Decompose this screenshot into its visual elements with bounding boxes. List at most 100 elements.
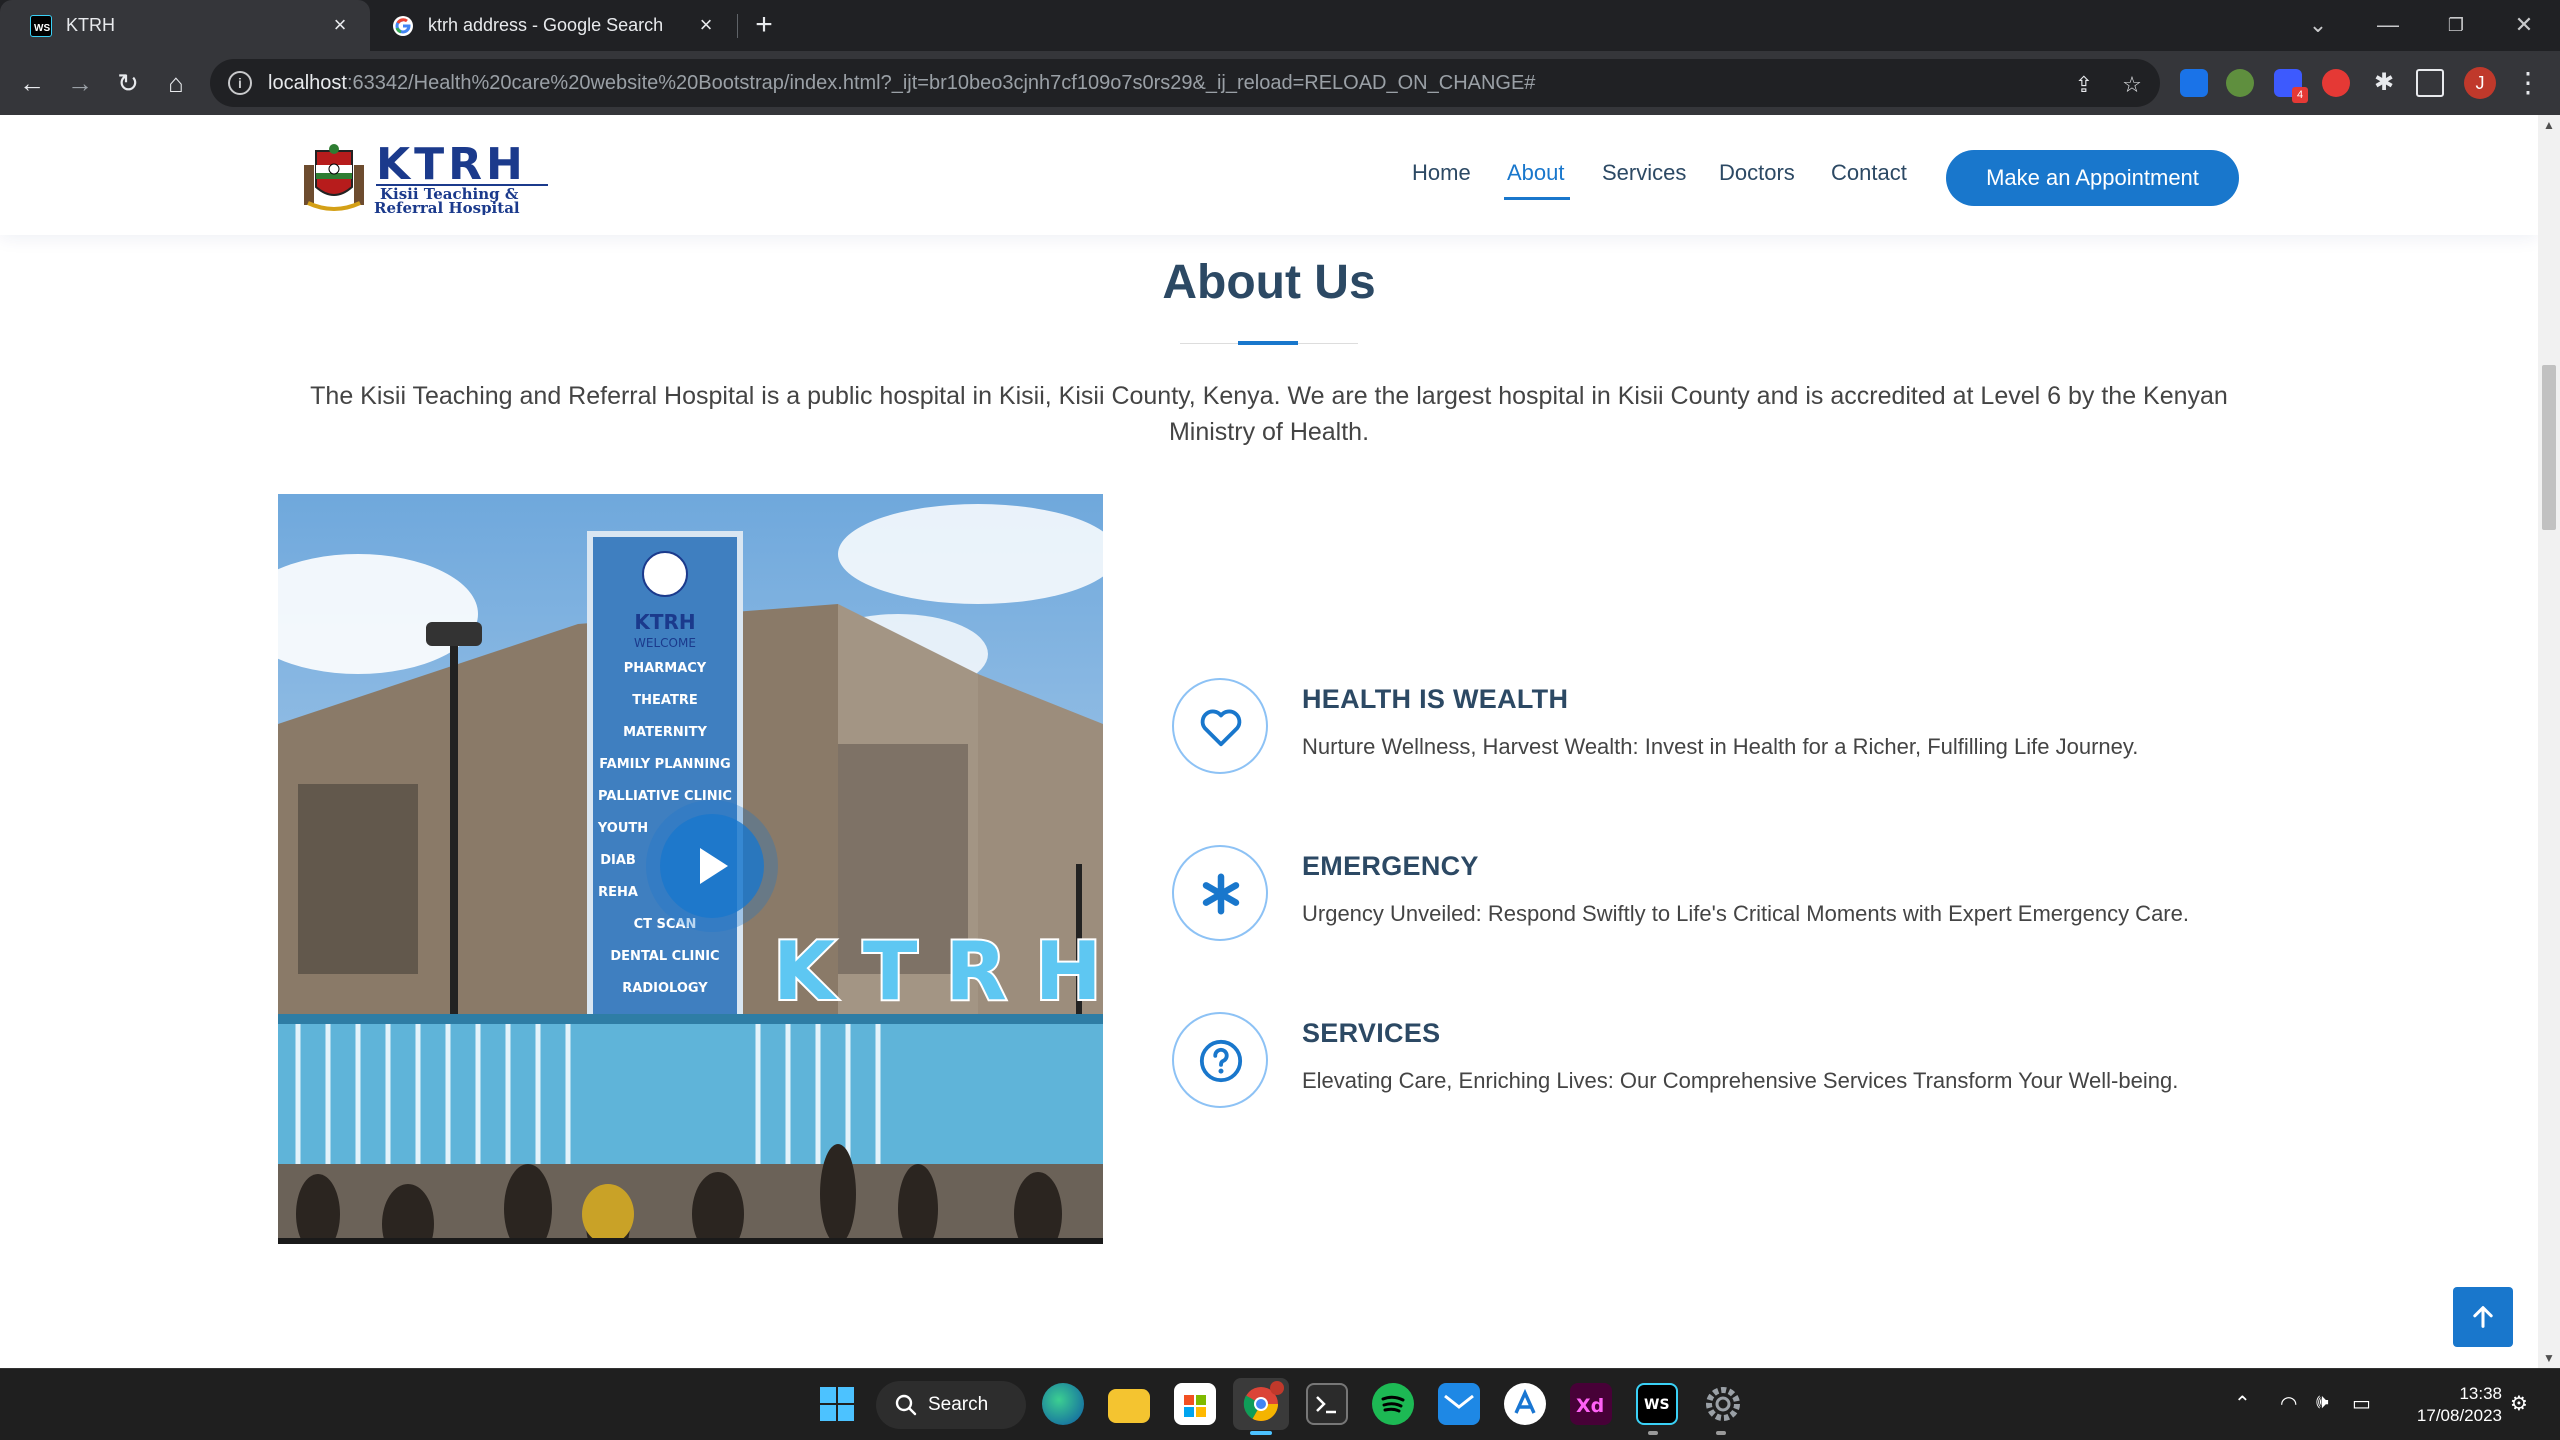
start-icon[interactable] (816, 1383, 858, 1425)
svg-text:DENTAL CLINIC: DENTAL CLINIC (610, 949, 719, 964)
nav-doctors[interactable]: Doctors (1719, 160, 1795, 186)
show-hidden-icons-chevron-icon[interactable]: ⌃ (2234, 1391, 2251, 1416)
browser-menu-icon[interactable]: ⋮ (2514, 64, 2542, 102)
side-panel-icon[interactable] (2416, 69, 2444, 97)
scroll-down-arrow-icon[interactable]: ▼ (2538, 1348, 2560, 1368)
close-window-button[interactable]: ✕ (2504, 8, 2544, 42)
svg-text:K T R H: K T R H (773, 925, 1102, 1018)
taskbar-clock[interactable]: 13:38 17/08/2023 (2392, 1383, 2502, 1427)
minimize-button[interactable]: — (2368, 8, 2408, 42)
feature-title: HEALTH IS WEALTH (1302, 684, 1569, 714)
tab-search-chevron-icon[interactable]: ⌄ (2298, 8, 2338, 42)
chrome-taskbar-button[interactable] (1233, 1378, 1289, 1430)
back-to-top-button[interactable] (2453, 1287, 2513, 1347)
back-button[interactable]: ← (14, 65, 50, 101)
webstorm-icon[interactable]: WS (1636, 1383, 1678, 1425)
tab-title: ktrh address - Google Search (428, 15, 664, 35)
taskbar-search-label: Search (928, 1394, 989, 1415)
svg-text:REHA: REHA (598, 885, 638, 900)
app-icon[interactable] (1504, 1383, 1546, 1425)
reload-button[interactable]: ↻ (110, 65, 146, 101)
scroll-up-arrow-icon[interactable]: ▲ (2538, 115, 2560, 135)
feature-health-is-wealth: HEALTH IS WEALTH Nurture Wellness, Harve… (1172, 678, 2472, 788)
page-scrollbar[interactable]: ▲ ▼ (2538, 115, 2560, 1368)
active-nav-indicator (1504, 197, 1570, 200)
tab-title: KTRH (66, 15, 115, 35)
about-video[interactable]: KTRH WELCOME PHARMACY THEATRE MATERNITY … (278, 494, 1103, 1244)
svg-text:WS: WS (1644, 1397, 1670, 1413)
tab-google-search[interactable]: ktrh address - Google Search × (362, 0, 736, 51)
ktrh-logo[interactable]: KTRH Kisii Teaching & Referral Hospital (298, 137, 553, 215)
svg-text:DIAB: DIAB (600, 853, 636, 868)
clock-time: 13:38 (2459, 1384, 2502, 1403)
restore-button[interactable]: ❐ (2436, 8, 2476, 42)
asterisk-icon (1202, 873, 1240, 915)
nav-contact[interactable]: Contact (1831, 160, 1907, 186)
running-app-indicator (1648, 1431, 1658, 1435)
terminal-icon[interactable] (1306, 1383, 1348, 1425)
forward-button[interactable]: → (62, 65, 98, 101)
svg-text:Xd: Xd (1576, 1395, 1604, 1417)
svg-text:MATERNITY: MATERNITY (623, 725, 707, 740)
site-info-icon[interactable]: i (228, 71, 252, 95)
question-circle-icon (1199, 1039, 1243, 1083)
extension-red-icon[interactable] (2322, 69, 2350, 97)
about-description: The Kisii Teaching and Referral Hospital… (310, 382, 2228, 446)
scrollbar-thumb[interactable] (2542, 365, 2556, 530)
chrome-icon (1243, 1381, 1284, 1421)
settings-icon[interactable] (1702, 1383, 1744, 1425)
tab-ktrh[interactable]: WS KTRH × (0, 0, 370, 51)
adobe-xd-icon[interactable]: Xd (1570, 1383, 1612, 1425)
edge-icon[interactable] (1042, 1383, 1084, 1425)
tab-separator (737, 14, 738, 38)
mail-icon[interactable] (1438, 1383, 1480, 1425)
extension-icon[interactable] (2226, 69, 2254, 97)
notifications-icon[interactable]: ⚙ (2510, 1391, 2528, 1416)
svg-text:THEATRE: THEATRE (632, 693, 697, 708)
feature-emergency: EMERGENCY Urgency Unveiled: Respond Swif… (1172, 845, 2472, 955)
nav-services[interactable]: Services (1602, 160, 1686, 186)
feature-title: SERVICES (1302, 1018, 1441, 1048)
share-icon[interactable]: ⇪ (2070, 71, 2098, 99)
address-bar[interactable]: i localhost:63342/Health%20care%20websit… (210, 59, 2160, 107)
svg-text:WS: WS (34, 23, 50, 34)
feature-text: Nurture Wellness, Harvest Wealth: Invest… (1302, 734, 2139, 759)
browser-toolbar: ← → ↻ ⌂ i localhost:63342/Health%20care%… (0, 51, 2560, 115)
nav-about[interactable]: About (1507, 160, 1565, 186)
heart-icon (1200, 709, 1242, 747)
clock-date: 17/08/2023 (2416, 1406, 2502, 1425)
battery-icon[interactable]: ▭ (2352, 1391, 2371, 1416)
svg-text:CT SCAN: CT SCAN (634, 917, 697, 932)
home-button[interactable]: ⌂ (158, 65, 194, 101)
microsoft-store-icon[interactable] (1174, 1383, 1216, 1425)
svg-text:FAMILY PLANNING: FAMILY PLANNING (599, 757, 730, 772)
feature-text: Urgency Unveiled: Respond Swiftly to Lif… (1302, 901, 2189, 926)
feature-text: Elevating Care, Enriching Lives: Our Com… (1302, 1068, 2179, 1093)
extension-translate-icon[interactable] (2180, 69, 2208, 97)
wifi-icon[interactable]: ◠ (2280, 1391, 2297, 1416)
bookmark-star-icon[interactable]: ☆ (2118, 71, 2146, 99)
title-accent-bar (1238, 341, 1298, 345)
taskbar-search[interactable]: Search (876, 1381, 1026, 1429)
spotify-icon[interactable] (1372, 1383, 1414, 1425)
make-appointment-button[interactable]: Make an Appointment (1946, 150, 2239, 206)
nav-home[interactable]: Home (1412, 160, 1471, 186)
extension-badge-count: 4 (2292, 87, 2308, 103)
svg-text:WELCOME: WELCOME (634, 636, 696, 650)
url-text: localhost:63342/Health%20care%20website%… (268, 71, 1536, 94)
svg-text:PALLIATIVE CLINIC: PALLIATIVE CLINIC (598, 789, 732, 804)
new-tab-button[interactable]: + (748, 10, 780, 42)
profile-avatar[interactable]: J (2464, 67, 2496, 99)
volume-icon[interactable]: 🕪 (2316, 1391, 2329, 1414)
extensions-puzzle-icon[interactable]: ✱ (2370, 69, 2398, 97)
heart-icon-circle (1172, 678, 1268, 774)
play-video-button[interactable] (660, 814, 764, 918)
file-explorer-icon[interactable] (1108, 1389, 1150, 1423)
close-tab-icon[interactable]: × (694, 13, 718, 37)
svg-text:PHARMACY: PHARMACY (624, 661, 707, 676)
webstorm-icon: WS (30, 14, 52, 37)
page-title: About Us (1162, 256, 1376, 309)
play-icon (700, 848, 728, 884)
running-app-indicator (1716, 1431, 1726, 1435)
close-tab-icon[interactable]: × (328, 13, 352, 37)
